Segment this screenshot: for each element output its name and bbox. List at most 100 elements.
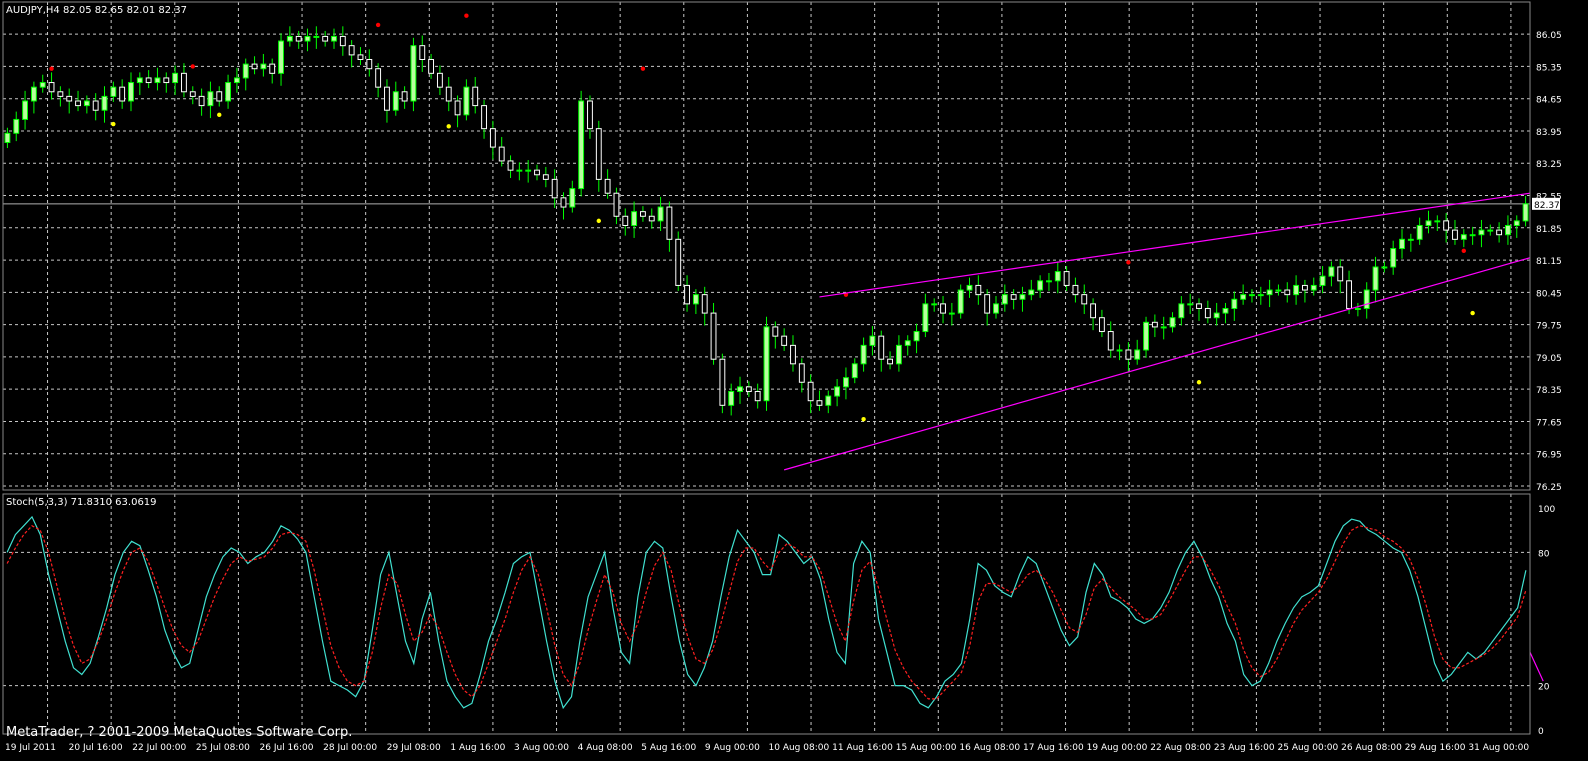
fractal-down-marker <box>1196 380 1202 385</box>
candle-body <box>454 100 461 116</box>
candle-body <box>251 63 258 70</box>
candle-body <box>225 82 232 102</box>
candle-body <box>331 35 337 42</box>
candle-body <box>684 284 690 305</box>
candle-body <box>101 95 108 111</box>
candle-body <box>1478 229 1485 236</box>
candle-body <box>887 358 893 365</box>
candle-body <box>401 91 408 102</box>
candle-body <box>604 178 611 194</box>
candle-body <box>781 335 788 346</box>
candle-body <box>1407 238 1414 241</box>
candle-body <box>83 100 90 107</box>
candle-body <box>701 294 708 314</box>
candle-body <box>878 335 885 360</box>
candle-body <box>1372 266 1379 291</box>
candle-body <box>1505 224 1511 236</box>
y-tick-label: 81.15 <box>1536 257 1562 267</box>
candle-body <box>428 58 435 74</box>
candle-body <box>719 358 726 406</box>
candle-body <box>498 146 505 162</box>
candle-body <box>233 77 240 84</box>
candle-body <box>128 82 134 102</box>
candle-body <box>948 312 955 315</box>
candle-body <box>904 340 911 346</box>
x-tick-label: 15 Aug 00:00 <box>896 743 957 753</box>
candle-body <box>1425 220 1432 226</box>
candle-body <box>1249 294 1255 297</box>
fractal-up-marker <box>375 22 381 28</box>
candle-body <box>1019 294 1026 300</box>
candle-body <box>30 86 37 102</box>
candle-body <box>957 289 964 314</box>
y-tick-label: 79.75 <box>1536 322 1562 332</box>
candle-body <box>181 72 187 93</box>
candle-body <box>1231 298 1238 309</box>
candle-body <box>410 45 417 102</box>
copyright-text: MetaTrader, ? 2001-2009 MetaQuotes Softw… <box>6 725 352 740</box>
candle-body <box>198 95 205 107</box>
candle-body <box>489 128 496 148</box>
candle-body <box>136 77 143 84</box>
stoch-tick-label: 20 <box>1538 683 1550 693</box>
candle-body <box>975 284 982 296</box>
candle-body <box>57 91 64 97</box>
fractal-up-marker <box>190 64 195 69</box>
y-tick-label: 86.05 <box>1536 31 1562 41</box>
candle-body <box>657 206 664 222</box>
y-tick-label: 77.65 <box>1536 418 1562 428</box>
candle-body <box>843 377 849 388</box>
candle-body <box>269 63 276 74</box>
fractal-up-marker <box>49 66 54 71</box>
candle-body <box>966 284 973 291</box>
symbol-info: AUDJPY,H4 82.05 82.65 82.01 82.37 <box>6 5 187 16</box>
candle-body <box>1125 349 1132 360</box>
candle-body <box>745 386 752 392</box>
candle-body <box>1081 294 1088 305</box>
candle-body <box>242 63 249 79</box>
candle-body <box>295 35 302 42</box>
candle-body <box>1001 294 1008 305</box>
candle-body <box>313 35 320 38</box>
y-tick-label: 78.35 <box>1536 386 1562 396</box>
x-tick-label: 5 Aug 16:00 <box>641 743 696 753</box>
candle-body <box>384 86 390 111</box>
candle-body <box>754 390 761 402</box>
candle-body <box>666 206 673 240</box>
candle-body <box>1337 266 1344 282</box>
candle-body <box>1028 289 1035 296</box>
fractal-up-marker <box>640 66 646 71</box>
candle-body <box>13 118 20 134</box>
candle-body <box>1319 275 1326 286</box>
candle-body <box>1257 294 1264 297</box>
stoch-tick-label: 0 <box>1538 727 1544 737</box>
candle-body <box>348 45 355 56</box>
candle-body <box>1107 331 1114 351</box>
candle-body <box>1496 229 1503 236</box>
candle-body <box>622 215 629 226</box>
x-tick-label: 26 Jul 16:00 <box>260 743 314 753</box>
candle-body <box>587 100 593 130</box>
stoch-tick-label: 100 <box>1538 505 1555 515</box>
x-tick-label: 3 Aug 00:00 <box>514 743 569 753</box>
x-tick-label: 29 Jul 08:00 <box>387 743 441 753</box>
candle-body <box>304 35 311 42</box>
candle-body <box>1178 303 1185 319</box>
candle-body <box>1090 303 1097 319</box>
candle-body <box>692 294 699 305</box>
candle-body <box>322 35 329 42</box>
candle-body <box>895 344 902 365</box>
candle-body <box>286 35 293 42</box>
candle-body <box>860 344 867 365</box>
candle-body <box>39 82 46 88</box>
candle-body <box>1240 294 1247 300</box>
candle-body <box>1284 289 1291 296</box>
y-tick-label: 79.05 <box>1536 354 1562 364</box>
candle-body <box>922 303 929 333</box>
candle-body <box>436 72 443 88</box>
current-price-label: 82.37 <box>1534 201 1560 211</box>
x-tick-label: 29 Aug 16:00 <box>1405 743 1466 753</box>
candle-body <box>75 100 81 107</box>
candle-body <box>542 174 549 180</box>
x-tick-label: 31 Aug 00:00 <box>1468 743 1529 753</box>
